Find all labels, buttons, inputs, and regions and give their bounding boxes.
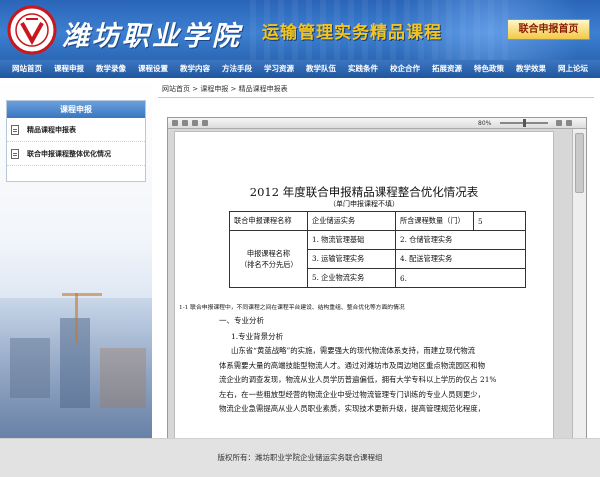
nav-item-methods[interactable]: 方法手段 [222,60,252,78]
crane-arm [62,293,102,296]
print-icon[interactable] [172,120,178,126]
nav-item-practice[interactable]: 实践条件 [348,60,378,78]
viewer-toolbar: 80% [168,118,586,129]
document-icon [11,148,19,159]
school-name: 潍坊职业学院 [62,21,242,52]
zoom-in-icon[interactable] [566,120,572,126]
site-footer: 版权所有：潍坊职业学院企业储运实务联合课程组 [0,438,600,477]
table-group-label: 申报课程名称（排名不分先后） [229,230,308,288]
nav-item-extended[interactable]: 拓展资源 [432,60,462,78]
table-cell: 3. 运输管理实务 [307,249,396,269]
scrollbar-thumb[interactable] [575,133,584,193]
nav-item-home[interactable]: 网站首页 [12,60,42,78]
copyright-text: 版权所有：潍坊职业学院企业储运实务联合课程组 [217,453,383,462]
sidebar-title: 课程申报 [7,101,145,118]
nav-item-video[interactable]: 教学录像 [96,60,126,78]
site-header: 潍坊职业学院 运输管理实务精品课程 联合申报首页 [0,0,600,60]
sidebar: 课程申报 精品课程申报表 联合申报课程整体优化情况 [6,100,146,182]
breadcrumb-divider [158,97,594,98]
paragraph-line: 体系需要大量的高端技能型物流人才。通过对潍坊市及周边地区重点物流园区和物 [219,360,486,370]
paragraph-line: 左右，在一些粗放型经营的物流企业中受过物流管理专门训练的专业人员则更少， [219,389,486,399]
zoom-slider-handle[interactable] [523,119,526,127]
table-cell: 5. 企业物流实务 [307,268,396,288]
container-stack [10,338,50,398]
sidebar-item-optimization[interactable]: 联合申报课程整体优化情况 [7,142,145,166]
sidebar-item-label: 精品课程申报表 [27,125,76,134]
document-title: 2012 年度联合申报精品课程整合优化情况表 [249,185,479,199]
viewer-scrollbar[interactable] [572,129,586,474]
table-cell: 4. 配送管理实务 [395,249,526,269]
page-next-icon[interactable] [202,120,208,126]
table-cell: 联合申报课程名称 [229,211,308,231]
document-page: 2012 年度联合申报精品课程整合优化情况表 （单门申报课程不填） 联合申报课程… [174,131,554,471]
table-cell: 2. 仓储管理实务 [395,230,526,250]
paragraph-line: 物流企业急需提高从业人员职业素质，实现技术更新升级，提高管理规范化程度， [219,404,486,413]
joint-apply-home-button[interactable]: 联合申报首页 [507,19,590,40]
crane-icon [75,293,78,343]
table-cell: 所含课程数量（门） [395,211,474,231]
table-cell: 1. 物流管理基础 [307,230,396,250]
sidebar-item-label: 联合申报课程整体优化情况 [27,149,111,158]
section-heading: 一、专业分析 [219,316,264,325]
save-icon[interactable] [182,120,188,126]
nav-item-cooperation[interactable]: 校企合作 [390,60,420,78]
subsection-heading: 1.专业背景分析 [231,332,284,341]
nav-item-content[interactable]: 教学内容 [180,60,210,78]
body-paragraph: 山东省“黄蓝战略”的实施，需要强大的现代物流体系支持，而建立现代物流 体系需要大… [219,344,547,417]
table-cell: 5 [473,211,526,231]
table-row: 申报课程名称（排名不分先后） 1. 物流管理基础 2. 仓储管理实务 [229,230,526,288]
paragraph-line: 流企业的调查发现，物流从业人员学历普遍偏低，拥有大学专科以上学历的仅占 21% [219,375,497,384]
main-nav: 网站首页 课程申报 教学录像 课程设置 教学内容 方法手段 学习资源 教学队伍 … [0,60,600,78]
paragraph-line: 山东省“黄蓝战略”的实施，需要强大的现代物流体系支持，而建立现代物流 [231,346,476,355]
zoom-out-icon[interactable] [556,120,562,126]
document-subtitle: （单门申报课程不填） [329,200,399,208]
table-row: 联合申报课程名称 企业储运实务 所含课程数量（门） 5 [229,211,526,231]
nav-item-team[interactable]: 教学队伍 [306,60,336,78]
nav-item-effect[interactable]: 教学效果 [516,60,546,78]
breadcrumb: 网站首页 > 课程申报 > 精品课程申报表 [162,85,288,93]
nav-item-course-setting[interactable]: 课程设置 [138,60,168,78]
document-viewer[interactable]: 80% 2012 年度联合申报精品课程整合优化情况表 （单门申报课程不填） 联合… [167,117,587,475]
course-title: 运输管理实务精品课程 [262,23,442,43]
page-prev-icon[interactable] [192,120,198,126]
nav-item-forum[interactable]: 网上论坛 [558,60,588,78]
document-icon [11,124,19,135]
application-table: 联合申报课程名称 企业储运实务 所含课程数量（门） 5 申报课程名称（排名不分先… [229,211,526,288]
table-cell: 6. [395,268,526,288]
main-content: 网站首页 > 课程申报 > 精品课程申报表 80% 2012 年度联合申报精品课… [152,78,600,475]
nav-item-course-apply[interactable]: 课程申报 [54,60,84,78]
zoom-level: 80% [478,120,492,127]
table-note: 1-1 联合申报课程中，不同课程之间在课程平台建设、结构重组、整合优化等方面的情… [179,305,405,311]
container-stack [100,348,146,408]
table-cell: 企业储运实务 [307,211,396,231]
nav-item-resources[interactable]: 学习资源 [264,60,294,78]
sidebar-item-application-form[interactable]: 精品课程申报表 [7,118,145,142]
school-logo-icon [7,5,57,55]
nav-item-policy[interactable]: 特色政策 [474,60,504,78]
